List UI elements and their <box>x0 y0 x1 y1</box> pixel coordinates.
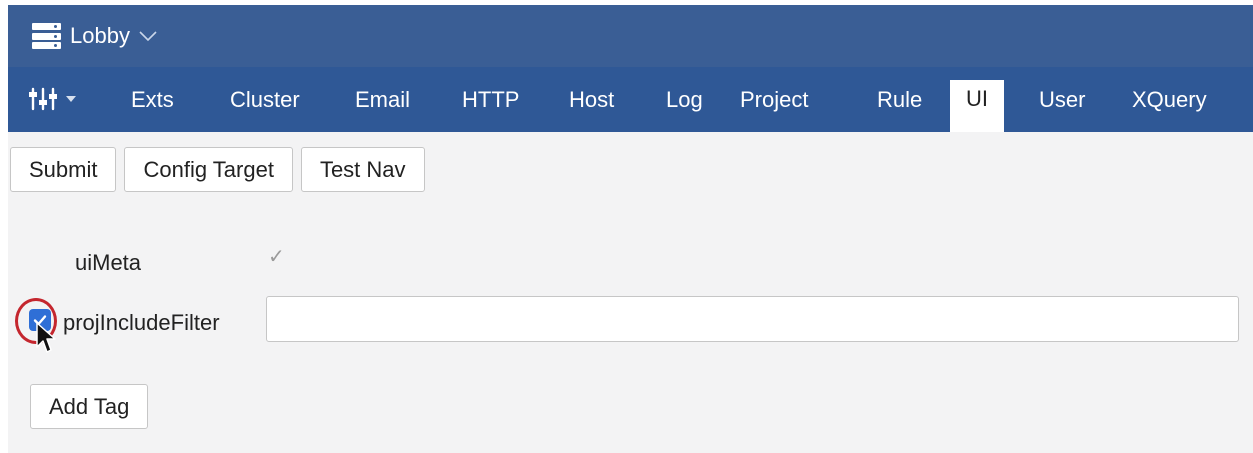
test-nav-button[interactable]: Test Nav <box>300 147 425 192</box>
action-toolbar: Submit Config Target Test Nav <box>10 147 425 192</box>
chevron-down-icon <box>139 31 157 42</box>
tab-log[interactable]: Log <box>666 83 703 117</box>
mouse-cursor-icon <box>36 322 56 353</box>
tab-rule[interactable]: Rule <box>877 83 922 117</box>
submit-button[interactable]: Submit <box>10 147 117 192</box>
app-window: Lobby Exts Cluster Email HTTP Host Log P… <box>8 5 1253 453</box>
tab-ui[interactable]: UI <box>950 80 1004 132</box>
config-target-button[interactable]: Config Target <box>124 147 293 192</box>
app-title: Lobby <box>70 23 130 48</box>
sliders-icon <box>29 87 57 111</box>
ui-meta-label: uiMeta <box>75 250 142 275</box>
tab-bar: Exts Cluster Email HTTP Host Log Project… <box>8 67 1253 132</box>
add-tag-button[interactable]: Add Tag <box>30 384 149 429</box>
tab-user[interactable]: User <box>1039 83 1085 117</box>
tab-exts[interactable]: Exts <box>131 83 174 117</box>
tools-menu[interactable] <box>28 84 76 114</box>
ui-meta-check-icon: ✓ <box>268 246 285 268</box>
tab-xquery[interactable]: XQuery <box>1132 83 1207 117</box>
tab-http[interactable]: HTTP <box>462 83 519 117</box>
tab-host[interactable]: Host <box>569 83 614 117</box>
proj-include-filter-label: projIncludeFilter <box>63 310 220 335</box>
lobby-dropdown[interactable]: Lobby <box>32 20 158 52</box>
tab-cluster[interactable]: Cluster <box>230 83 300 117</box>
proj-include-filter-input[interactable] <box>266 296 1239 342</box>
tab-project[interactable]: Project <box>740 83 808 117</box>
caret-down-icon <box>66 96 76 102</box>
tab-email[interactable]: Email <box>355 83 410 117</box>
server-icon <box>32 23 61 49</box>
title-bar: Lobby <box>8 5 1253 67</box>
